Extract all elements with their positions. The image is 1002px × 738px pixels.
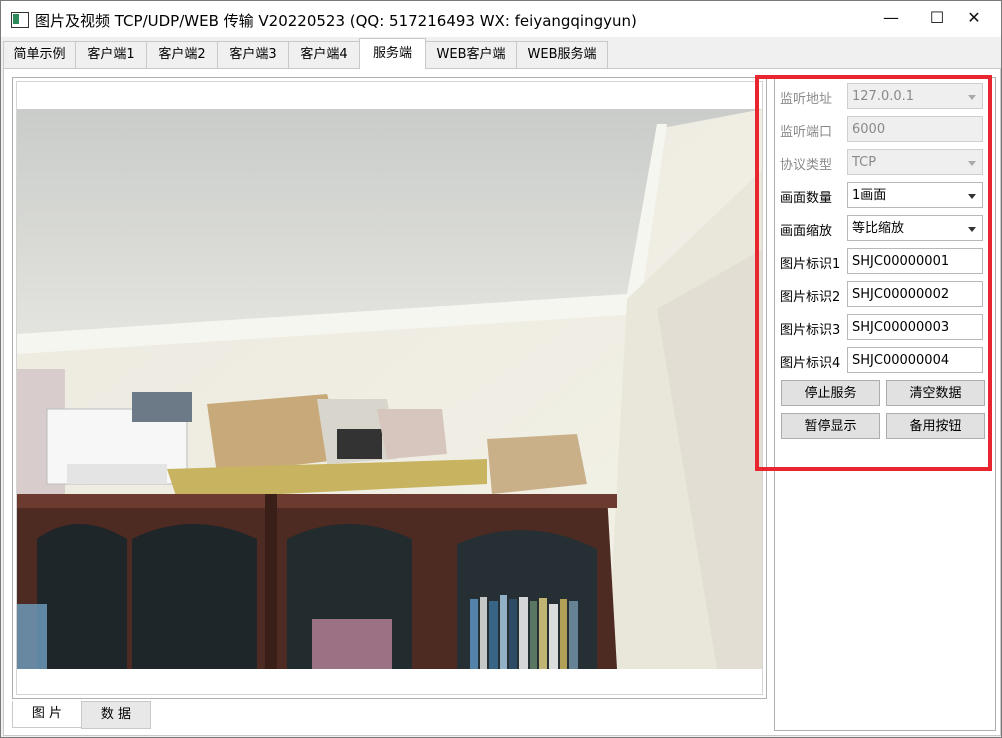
listen-address-value: 127.0.0.1 <box>852 89 915 104</box>
title-bar: 图片及视频 TCP/UDP/WEB 传输 V20220523 (QQ: 5172… <box>1 1 1001 37</box>
image-id3-input[interactable]: SHJC00000003 <box>847 314 983 340</box>
image-id2-label: 图片标识2 <box>780 290 841 305</box>
listen-port-label: 监听端口 <box>780 125 833 140</box>
chevron-down-icon <box>968 95 976 100</box>
image-view <box>16 81 763 695</box>
tab-client4[interactable]: 客户端4 <box>288 41 360 68</box>
window-title: 图片及视频 TCP/UDP/WEB 传输 V20220523 (QQ: 5172… <box>35 12 637 30</box>
listen-address-select[interactable]: 127.0.0.1 <box>847 83 983 109</box>
protocol-value: TCP <box>852 155 877 170</box>
view-scale-value: 等比缩放 <box>852 221 905 236</box>
tab-data[interactable]: 数 据 <box>81 701 151 729</box>
image-id2-input[interactable]: SHJC00000002 <box>847 281 983 307</box>
tab-simple-demo[interactable]: 简单示例 <box>3 41 76 68</box>
tab-client3[interactable]: 客户端3 <box>217 41 289 68</box>
chevron-down-icon <box>968 194 976 199</box>
stop-service-button[interactable]: 停止服务 <box>781 380 880 406</box>
spare-button[interactable]: 备用按钮 <box>886 413 985 439</box>
tab-client2[interactable]: 客户端2 <box>146 41 218 68</box>
minimize-button[interactable]: — <box>868 1 914 35</box>
pause-display-button[interactable]: 暂停显示 <box>781 413 880 439</box>
view-count-value: 1画面 <box>852 188 887 203</box>
clear-data-button[interactable]: 清空数据 <box>886 380 985 406</box>
tab-web-server[interactable]: WEB服务端 <box>516 41 608 68</box>
close-button[interactable]: ✕ <box>951 1 997 35</box>
image-id4-input[interactable]: SHJC00000004 <box>847 347 983 373</box>
image-id1-input[interactable]: SHJC00000001 <box>847 248 983 274</box>
view-count-select[interactable]: 1画面 <box>847 182 983 208</box>
protocol-label: 协议类型 <box>780 158 833 173</box>
tab-web-client[interactable]: WEB客户端 <box>425 41 517 68</box>
view-scale-select[interactable]: 等比缩放 <box>847 215 983 241</box>
view-scale-label: 画面缩放 <box>780 224 833 239</box>
tab-server[interactable]: 服务端 <box>359 38 426 69</box>
listen-address-label: 监听地址 <box>780 92 833 107</box>
chevron-down-icon <box>968 227 976 232</box>
listen-port-input[interactable]: 6000 <box>847 116 983 142</box>
image-view-frame <box>12 77 767 699</box>
tab-images[interactable]: 图 片 <box>12 701 82 728</box>
camera-image <box>17 109 762 669</box>
view-count-label: 画面数量 <box>780 191 833 206</box>
image-id3-label: 图片标识3 <box>780 323 841 338</box>
protocol-select[interactable]: TCP <box>847 149 983 175</box>
chevron-down-icon <box>968 161 976 166</box>
tab-client1[interactable]: 客户端1 <box>75 41 147 68</box>
image-id1-label: 图片标识1 <box>780 257 841 272</box>
app-icon <box>11 12 29 28</box>
image-id4-label: 图片标识4 <box>780 356 841 371</box>
